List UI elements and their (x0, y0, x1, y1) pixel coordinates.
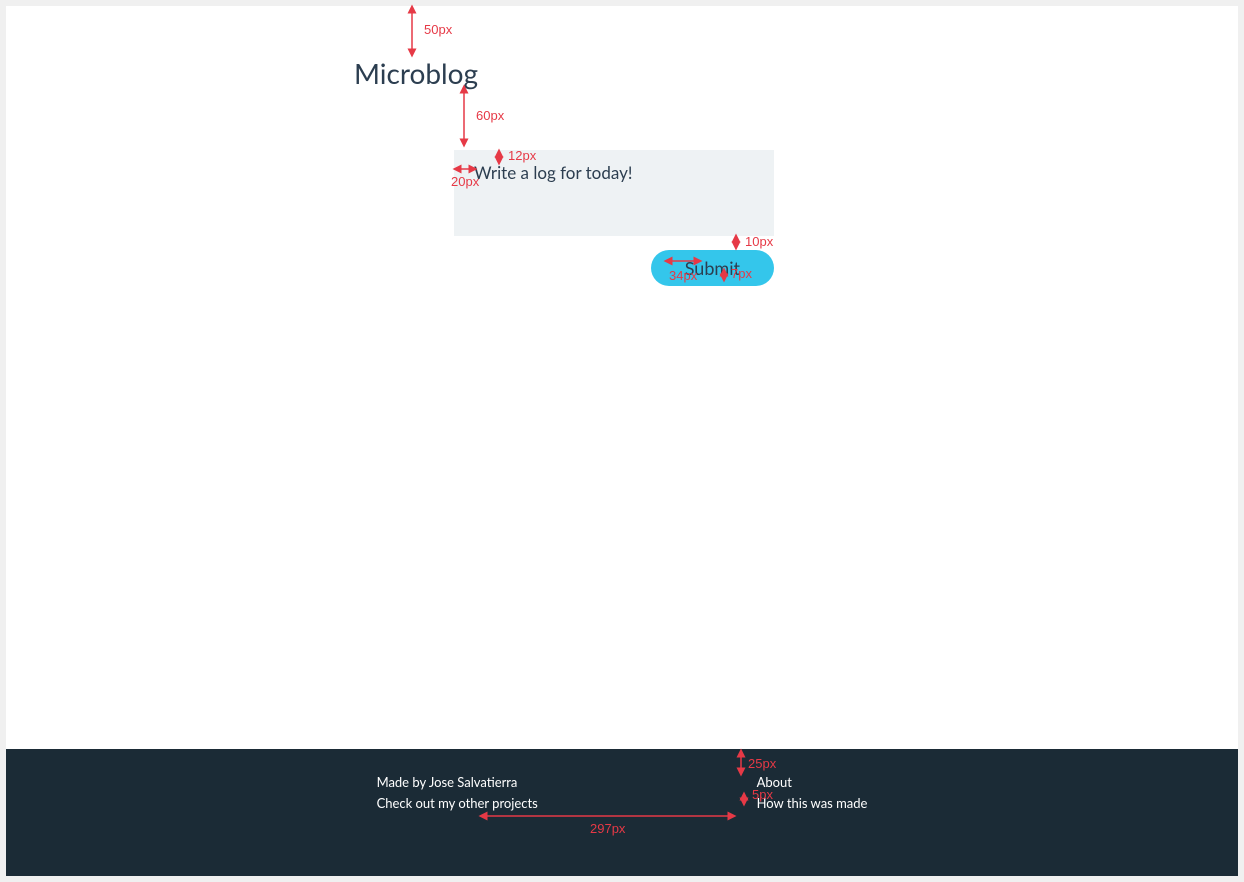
annotation-60px: 60px (454, 86, 474, 149)
annotation-50px-label: 50px (424, 22, 452, 37)
footer-col-left: Made by Jose Salvatierra Check out my ot… (377, 774, 757, 816)
annotation-50px: 50px (402, 6, 422, 59)
footer-col-right: About How this was made (757, 774, 868, 816)
page-title: Microblog (354, 56, 774, 90)
main-area: 50px Microblog 60px 12px (6, 6, 1238, 749)
content-container: 50px Microblog 60px 12px (354, 6, 774, 286)
footer-about-link[interactable]: About (757, 774, 868, 790)
footer-other-projects-link[interactable]: Check out my other projects (377, 795, 757, 811)
footer: 25px 5px 297px Made by Jose Salvatierra … (6, 749, 1238, 876)
annotation-10px: 10px (729, 236, 743, 251)
annotation-60px-label: 60px (476, 108, 504, 123)
page-root: 50px Microblog 60px 12px (6, 6, 1238, 876)
annotation-25px-label: 25px (748, 756, 776, 771)
form-wrap: 12px 20px 10px (454, 150, 774, 286)
footer-how-made-link[interactable]: How this was made (757, 795, 868, 811)
annotation-297px-label: 297px (590, 821, 625, 836)
footer-made-by: Made by Jose Salvatierra (377, 774, 757, 790)
log-textarea[interactable] (454, 150, 774, 236)
submit-row: Submit (454, 250, 774, 286)
footer-inner: Made by Jose Salvatierra Check out my ot… (377, 774, 868, 816)
annotation-10px-label: 10px (745, 234, 773, 249)
submit-button[interactable]: Submit (651, 250, 774, 286)
